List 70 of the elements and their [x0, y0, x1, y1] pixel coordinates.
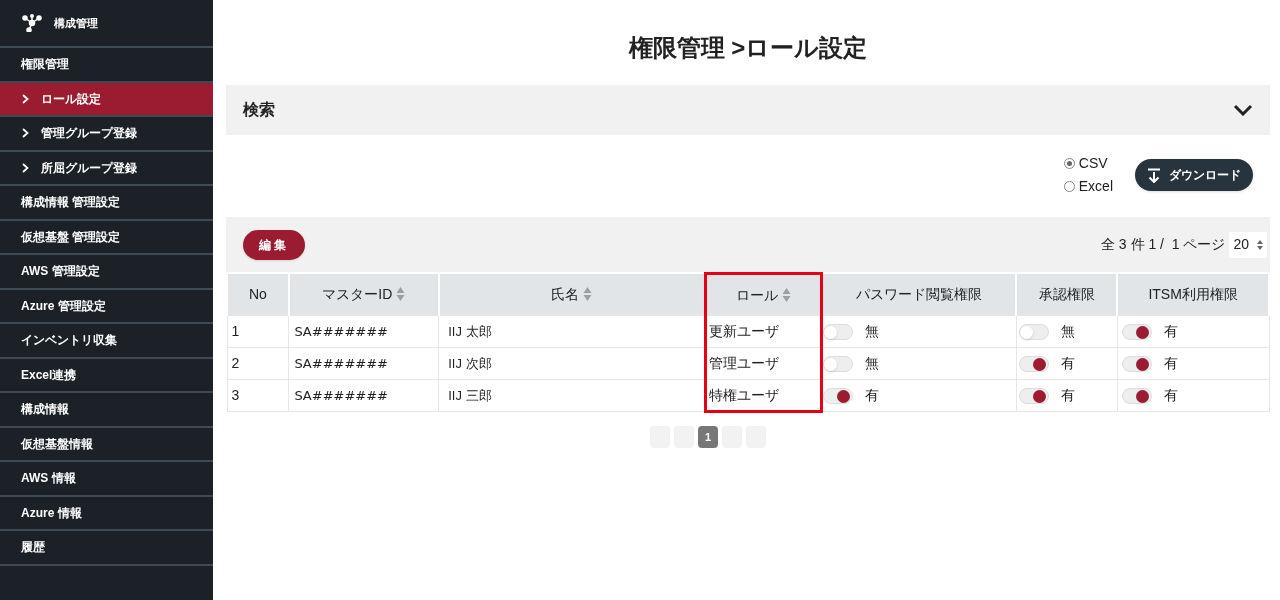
- sidebar-item[interactable]: 履歴: [0, 531, 213, 566]
- chevron-right-icon: [22, 93, 29, 104]
- column-header[interactable]: マスターID: [288, 273, 439, 316]
- column-header: 承認権限: [1016, 273, 1118, 316]
- download-icon: [1147, 167, 1161, 183]
- chevron-right-icon: [22, 128, 29, 139]
- toggle-switch[interactable]: [1121, 323, 1152, 340]
- toggle-label: 有: [1163, 354, 1178, 373]
- table-cell: 更新ユーザ: [705, 315, 822, 348]
- download-button[interactable]: ダウンロード: [1135, 159, 1253, 191]
- toggle-label: 有: [865, 386, 880, 405]
- radio-label: Excel: [1078, 177, 1113, 196]
- search-title: 検索: [243, 100, 275, 120]
- sidebar-item[interactable]: 構成情報 管理設定: [0, 186, 213, 221]
- toggle-switch[interactable]: [1018, 387, 1049, 404]
- table-cell: IIJ 太郎: [438, 315, 705, 348]
- table-cell: 3: [227, 379, 289, 412]
- sidebar-item[interactable]: 仮想基盤 管理設定: [0, 220, 213, 255]
- column-header: ITSM利用権限: [1117, 273, 1269, 316]
- sidebar-item[interactable]: Azure 管理設定: [0, 289, 213, 324]
- sidebar-item[interactable]: 構成情報: [0, 393, 213, 428]
- toggle-switch[interactable]: [823, 387, 854, 404]
- sort-icon[interactable]: [781, 287, 791, 303]
- table-cell: SA#######: [288, 347, 439, 380]
- sidebar-item[interactable]: AWS 管理設定: [0, 255, 213, 290]
- table-cell: SA#######: [288, 315, 439, 348]
- column-header[interactable]: 氏名: [438, 273, 705, 316]
- search-panel[interactable]: 検索: [226, 85, 1270, 135]
- toggle-label: 有: [1163, 386, 1178, 405]
- toggle-label: 有: [1060, 386, 1075, 405]
- table-cell: 1: [227, 315, 289, 348]
- sidebar-item[interactable]: AWS 情報: [0, 462, 213, 497]
- chevron-down-icon: [1233, 104, 1253, 116]
- select-arrows-icon: [1257, 239, 1263, 250]
- toggle-switch[interactable]: [823, 355, 854, 372]
- chevron-right-icon: [22, 162, 29, 173]
- sidebar-item[interactable]: 管理グループ登録: [0, 117, 213, 152]
- record-summary: 全 3 件 1 / 1 ページ: [1100, 235, 1226, 254]
- toggle-switch[interactable]: [1018, 323, 1049, 340]
- page-size-select[interactable]: 20: [1229, 231, 1267, 258]
- column-header: No: [227, 273, 289, 316]
- toggle-label: 有: [1163, 322, 1178, 341]
- toggle-label: 有: [1060, 354, 1075, 373]
- toggle-switch[interactable]: [1121, 387, 1152, 404]
- sidebar-item[interactable]: Excel連携: [0, 358, 213, 393]
- table-cell: 特権ユーザ: [705, 379, 822, 412]
- toggle-switch[interactable]: [1121, 355, 1152, 372]
- toggle-label: 無: [1060, 322, 1075, 341]
- edit-button[interactable]: 編集: [243, 229, 305, 260]
- sidebar-item[interactable]: Azure 情報: [0, 496, 213, 531]
- toggle-switch[interactable]: [1018, 355, 1049, 372]
- column-header: パスワード閲覧権限: [821, 273, 1017, 316]
- toggle-switch[interactable]: [823, 323, 854, 340]
- sort-icon[interactable]: [396, 286, 406, 303]
- sidebar-item[interactable]: ロール設定: [0, 82, 213, 117]
- app-title: 構成管理: [54, 15, 98, 31]
- table-cell: 2: [227, 347, 289, 380]
- sidebar-item[interactable]: 所屈グループ登録: [0, 151, 213, 186]
- network-nodes-icon: [22, 14, 42, 32]
- radio-label: CSV: [1078, 154, 1108, 173]
- sidebar-item[interactable]: インベントリ収集: [0, 324, 213, 359]
- page-button[interactable]: 1: [698, 426, 718, 448]
- table-cell: 管理ユーザ: [705, 347, 822, 380]
- sort-icon[interactable]: [583, 286, 593, 303]
- table-cell: SA#######: [288, 379, 439, 412]
- toggle-label: 無: [865, 322, 880, 341]
- toggle-label: 無: [865, 354, 880, 373]
- column-header[interactable]: ロール: [705, 273, 822, 316]
- page-title: 権限管理 >ロール設定: [627, 33, 869, 63]
- sidebar-item[interactable]: 仮想基盤情報: [0, 427, 213, 462]
